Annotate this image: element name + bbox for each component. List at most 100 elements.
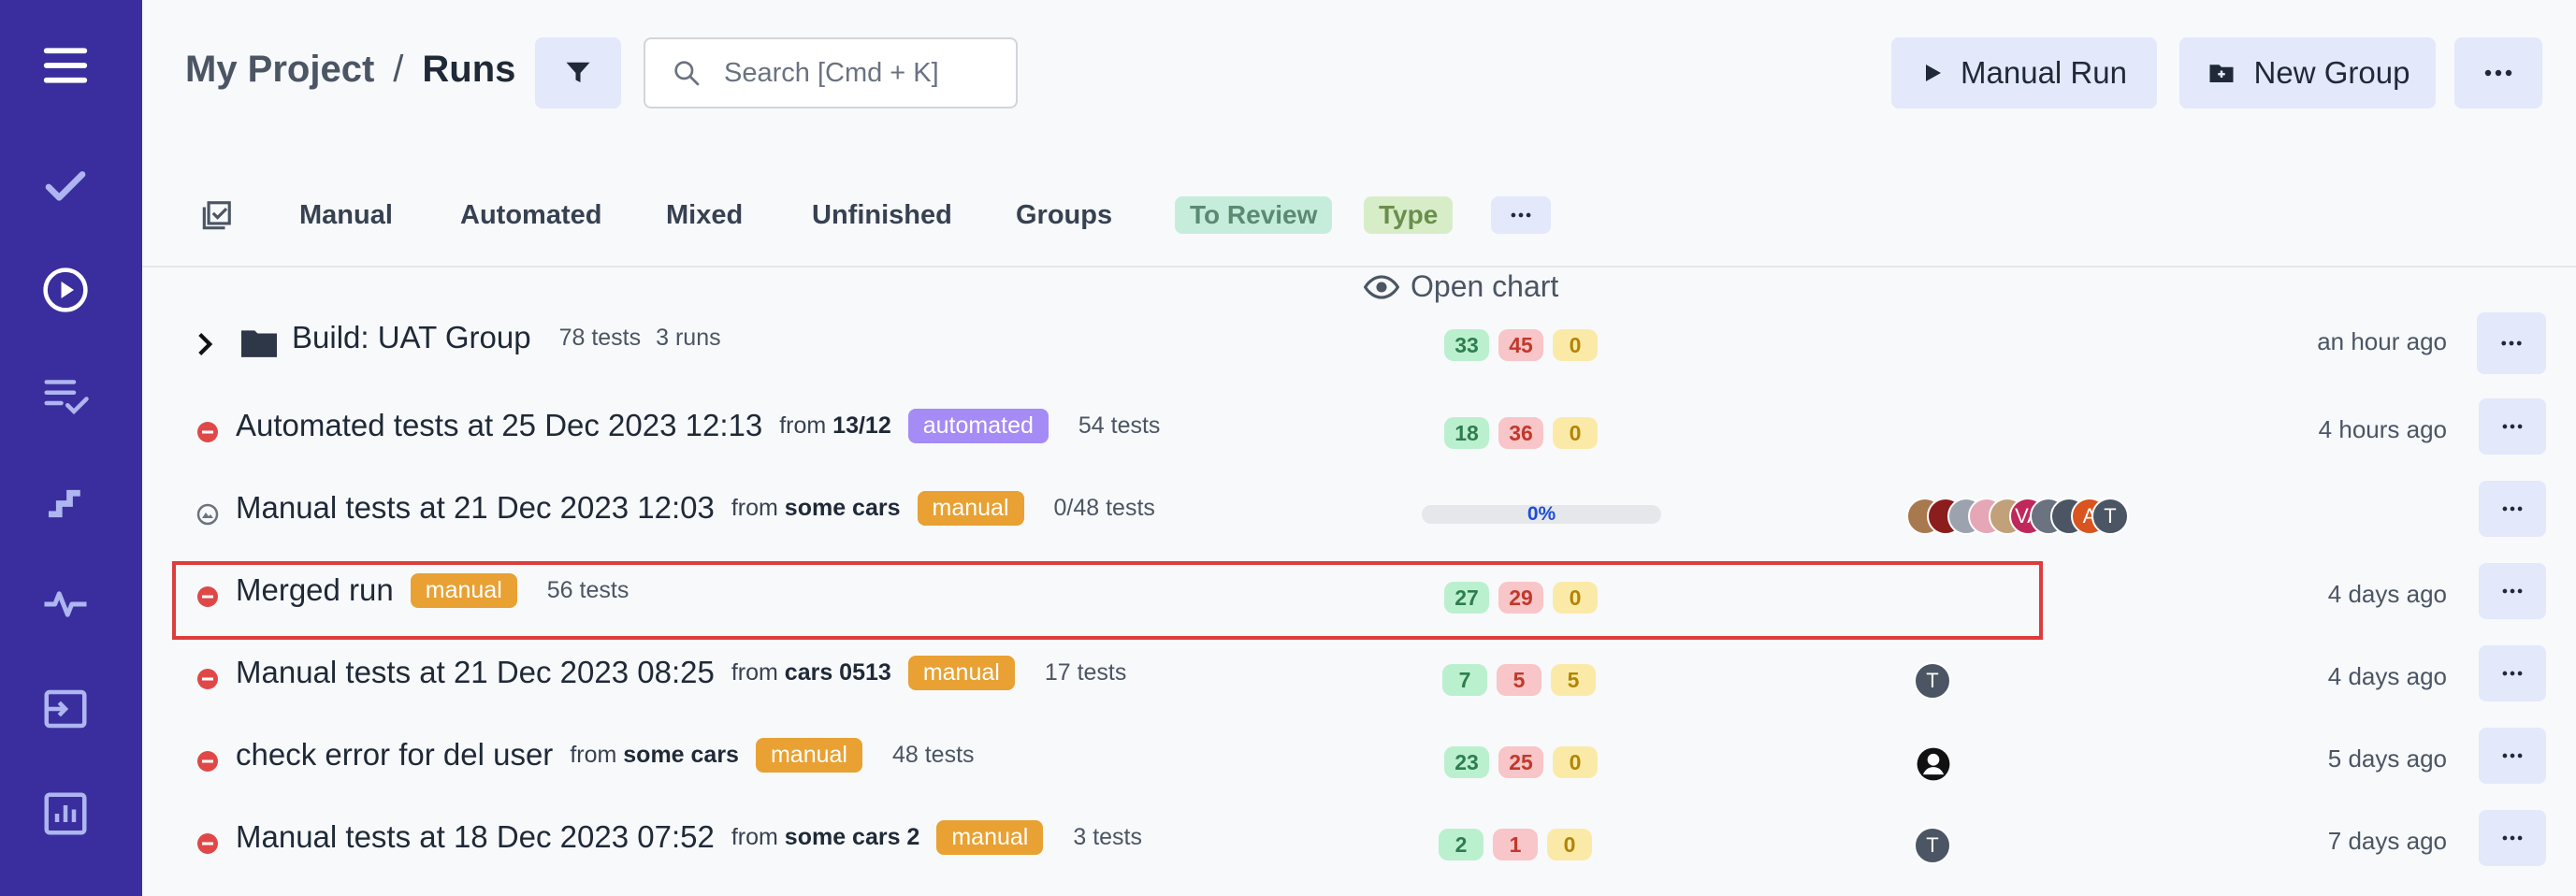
breadcrumb: My Project / Runs: [185, 49, 515, 91]
row-title[interactable]: Build: UAT Group: [292, 320, 531, 355]
failed-status-icon: [197, 422, 218, 442]
menu-icon[interactable]: [34, 34, 97, 97]
row-time: 4 days ago: [2327, 662, 2447, 690]
open-chart-button[interactable]: Open chart: [1364, 269, 1558, 304]
tab-automated[interactable]: Automated: [460, 200, 601, 231]
from-name: some cars 2: [784, 823, 920, 850]
tab-unfinished[interactable]: Unfinished: [812, 200, 952, 231]
automated-tag: automated: [907, 408, 1049, 443]
header-more-button[interactable]: [2454, 37, 2542, 108]
passed-badge: 27: [1444, 582, 1489, 614]
more-icon: [2502, 506, 2523, 512]
row-more-button[interactable]: [2479, 645, 2546, 701]
breadcrumb-separator: /: [393, 49, 404, 90]
tab-manual[interactable]: Manual: [299, 200, 393, 231]
run-row[interactable]: Manual tests at 21 Dec 2023 12:03 from s…: [174, 477, 2550, 552]
run-row-selected[interactable]: Merged run manual 56 tests 27 29 0 4 day…: [174, 559, 2550, 634]
manual-run-button[interactable]: Manual Run: [1891, 37, 2157, 108]
new-group-button[interactable]: New Group: [2179, 37, 2436, 108]
row-more-button[interactable]: [2479, 398, 2546, 455]
row-from: from some cars: [570, 742, 739, 769]
row-title[interactable]: Manual tests at 21 Dec 2023 08:25: [236, 655, 715, 690]
row-more-button[interactable]: [2479, 810, 2546, 866]
run-row[interactable]: Manual tests at 21 Dec 2023 08:25 from c…: [174, 642, 2550, 716]
tab-type[interactable]: Type: [1364, 196, 1454, 234]
sidebar: [0, 0, 142, 896]
check-icon[interactable]: [34, 155, 97, 219]
row-title-area: Build: UAT Group 78 tests 3 runs: [292, 320, 721, 355]
row-from: from 13/12: [779, 412, 891, 440]
skipped-badge: 0: [1547, 829, 1592, 860]
tabs-more-button[interactable]: [1491, 196, 1551, 234]
row-tests-count: 78 tests: [558, 324, 642, 351]
folder-plus-icon: [2209, 65, 2234, 82]
run-row[interactable]: Manual tests at 18 Dec 2023 07:52 from s…: [174, 806, 2550, 881]
app: My Project / Runs Manual Run New Group M…: [0, 0, 2576, 896]
failed-status-icon: [197, 586, 218, 607]
row-title[interactable]: check error for del user: [236, 737, 553, 773]
row-tests-count: 54 tests: [1078, 412, 1161, 439]
row-more-button[interactable]: [2479, 728, 2546, 784]
skipped-badge: 0: [1553, 582, 1598, 614]
manual-tag: manual: [410, 572, 517, 608]
filter-button[interactable]: [535, 37, 621, 108]
row-title-area: Manual tests at 21 Dec 2023 12:03 from s…: [236, 490, 1155, 526]
row-more-button[interactable]: [2479, 563, 2546, 619]
row-title-area: Manual tests at 18 Dec 2023 07:52 from s…: [236, 819, 1142, 855]
run-row[interactable]: check error for del user from some cars …: [174, 724, 2550, 799]
folder-icon: [241, 330, 277, 357]
row-stats: 33 45 0: [1444, 329, 1598, 361]
row-title[interactable]: Manual tests at 21 Dec 2023 12:03: [236, 490, 715, 526]
runs-play-icon[interactable]: [34, 258, 97, 322]
row-title-area: Manual tests at 21 Dec 2023 08:25 from c…: [236, 655, 1126, 690]
from-label: from: [731, 658, 778, 686]
failed-badge: 25: [1498, 746, 1543, 778]
analytics-icon[interactable]: [34, 782, 97, 845]
failed-badge: 29: [1498, 582, 1543, 614]
filter-icon: [566, 62, 590, 82]
steps-icon[interactable]: [34, 468, 97, 531]
plans-list-icon[interactable]: [34, 363, 97, 426]
row-title[interactable]: Automated tests at 25 Dec 2023 12:13: [236, 408, 762, 443]
from-label: from: [731, 494, 778, 521]
passed-badge: 23: [1444, 746, 1489, 778]
row-runs-count: 3 runs: [656, 324, 721, 351]
select-all-icon[interactable]: [198, 198, 234, 234]
skipped-badge: 5: [1551, 664, 1596, 696]
from-name: some cars: [623, 741, 739, 768]
failed-status-icon: [197, 751, 218, 772]
row-title-area: Automated tests at 25 Dec 2023 12:13 fro…: [236, 408, 1160, 443]
chevron-right-icon[interactable]: [195, 331, 215, 357]
row-from: from some cars 2: [731, 824, 920, 851]
from-name: 13/12: [832, 412, 891, 439]
tab-bar: Manual Automated Mixed Unfinished Groups…: [142, 183, 2576, 267]
search-input[interactable]: [724, 57, 1005, 89]
pulse-icon[interactable]: [34, 572, 97, 636]
more-icon: [2484, 69, 2512, 77]
group-row[interactable]: Build: UAT Group 78 tests 3 runs 33 45 0…: [174, 307, 2550, 382]
failed-status-icon: [197, 833, 218, 854]
row-stats: 23 25 0: [1444, 746, 1598, 778]
tab-to-review[interactable]: To Review: [1175, 196, 1333, 234]
run-row[interactable]: Automated tests at 25 Dec 2023 12:13 fro…: [174, 395, 2550, 470]
row-more-button[interactable]: [2477, 312, 2546, 374]
import-icon[interactable]: [34, 677, 97, 741]
manual-run-label: Manual Run: [1961, 55, 2127, 90]
failed-badge: 5: [1497, 664, 1541, 696]
more-icon: [2502, 424, 2523, 429]
search-box[interactable]: [644, 37, 1018, 108]
tab-mixed[interactable]: Mixed: [666, 200, 743, 231]
more-icon: [2502, 588, 2523, 594]
row-title[interactable]: Merged run: [236, 572, 394, 608]
row-stats: 7 5 5: [1442, 664, 1596, 696]
tab-groups[interactable]: Groups: [1016, 200, 1112, 231]
row-more-button[interactable]: [2479, 481, 2546, 537]
row-tests-count: 48 tests: [891, 741, 975, 768]
row-title[interactable]: Manual tests at 18 Dec 2023 07:52: [236, 819, 715, 855]
breadcrumb-project[interactable]: My Project: [185, 49, 374, 91]
row-time: an hour ago: [2317, 327, 2447, 355]
failed-badge: 1: [1493, 829, 1538, 860]
more-icon: [1511, 212, 1531, 218]
row-from: from some cars: [731, 495, 901, 522]
row-time: 4 hours ago: [2318, 415, 2447, 443]
